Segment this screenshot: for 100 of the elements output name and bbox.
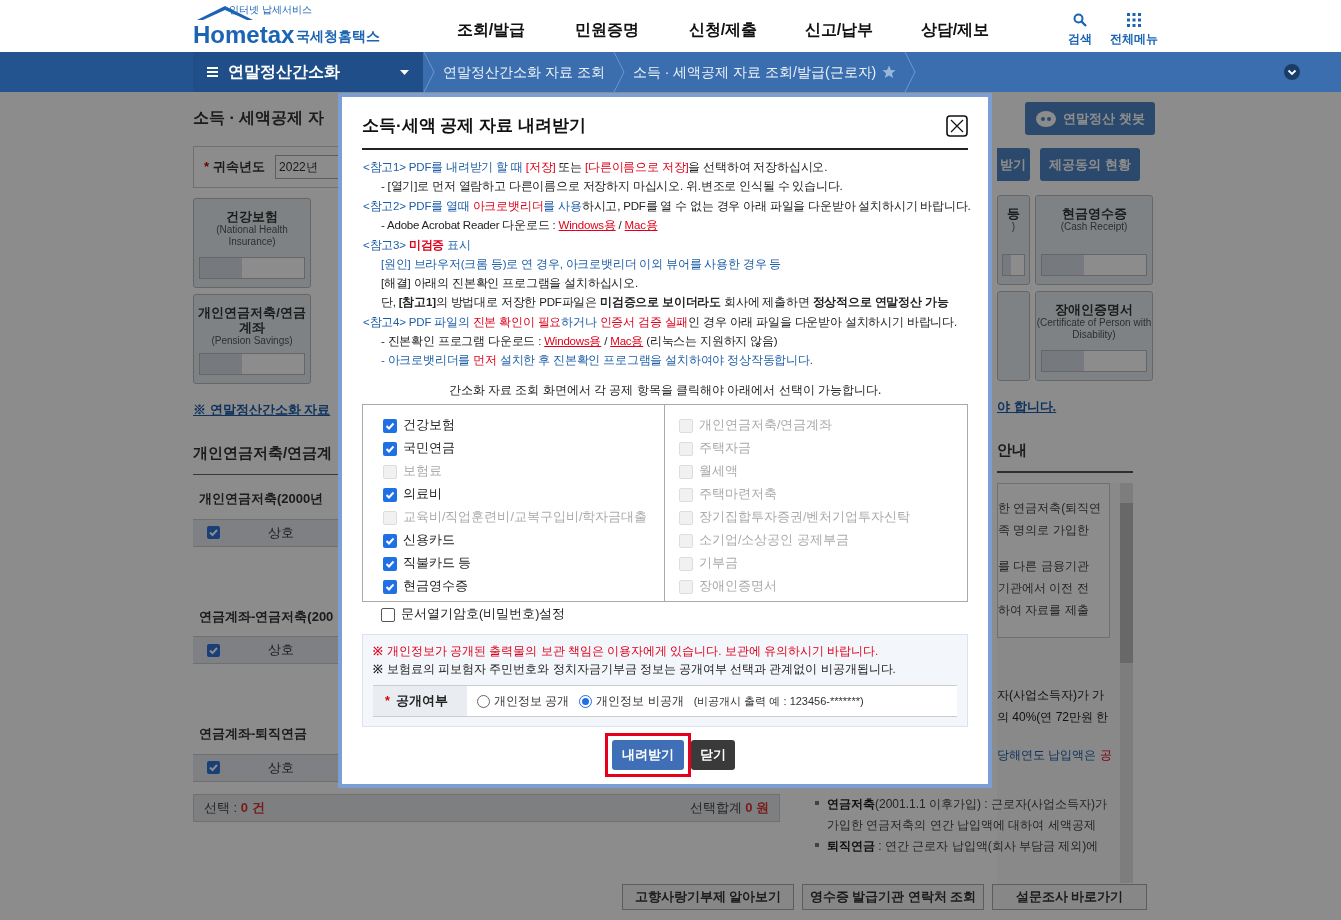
- checkbox-option[interactable]: 의료비: [383, 483, 664, 506]
- close-button[interactable]: 닫기: [691, 740, 735, 770]
- card-title: 등: [1006, 206, 1021, 221]
- download-button[interactable]: 내려받기: [612, 740, 684, 770]
- download-link[interactable]: Mac용: [610, 335, 644, 347]
- note-line: [해결] 아래의 진본확인 프로그램을 설치하십시오.: [380, 276, 639, 291]
- section-title: 개인연금저축/연금계: [193, 442, 334, 463]
- checkbox-option: 기부금: [679, 552, 967, 575]
- checkbox-option: 소기업/소상공인 공제부금: [679, 529, 967, 552]
- utility-link[interactable]: 전체메뉴: [1110, 12, 1158, 48]
- notice-link[interactable]: ※ 연말정산간소화 자료: [193, 400, 340, 420]
- footer-button[interactable]: 설문조사 바로가기: [992, 884, 1147, 910]
- utility-link[interactable]: 검색: [1068, 12, 1092, 48]
- radio-option[interactable]: 개인정보 비공개: [579, 692, 684, 710]
- logo-name: 국세청홈택스: [296, 27, 381, 46]
- nav-link[interactable]: 신고/납부: [781, 18, 897, 42]
- consent-button[interactable]: 제공동의 현황: [1040, 148, 1140, 181]
- footer-button[interactable]: 영수증 발급기관 연락처 조회: [802, 884, 984, 910]
- download-link[interactable]: Windows용: [558, 219, 616, 231]
- dialog-title: 소득·세액 공제 자료 내려받기: [362, 115, 586, 138]
- checkbox-option[interactable]: 직불카드 등: [383, 552, 664, 575]
- caret-icon: [400, 69, 409, 75]
- year-select[interactable]: 2022년: [275, 155, 339, 179]
- amount-field: [1002, 254, 1025, 276]
- panel-text: 당해연도 납입액은 공: [997, 747, 1113, 764]
- footer-button[interactable]: 고향사랑기부제 알아보기: [622, 884, 794, 910]
- breadcrumb-link[interactable]: 소득 · 세액공제 자료 조회/발급(근로자): [624, 52, 905, 92]
- checkbox-option[interactable]: 현금영수증: [383, 575, 664, 598]
- checkbox[interactable]: [207, 526, 220, 539]
- panel-text: 자(사업소득자)가 가: [997, 687, 1106, 704]
- menu-dropdown[interactable]: 연말정산간소화: [193, 52, 423, 92]
- instruction-text: 간소화 자료 조회 화면에서 각 공제 항목을 클릭해야 아래에서 선택이 가능합니다.: [447, 382, 883, 399]
- nav-link[interactable]: 상담/제보: [897, 18, 1013, 42]
- panel-text: 를 다른 금융기관: [998, 558, 1090, 575]
- note-line: - 진본확인 프로그램 다운로드 : Windows용 / Mac용 (리눅스는 지원하지 않음): [380, 334, 779, 349]
- checkbox-option[interactable]: 문서열기암호(비밀번호)설정: [381, 603, 968, 626]
- checkbox-option: 보험료: [383, 460, 664, 483]
- download-button[interactable]: 받기: [997, 148, 1030, 181]
- note-line: - 아크로뱃리더를 먼저 설치한 후 진본확인 프로그램을 설치하여야 정상작동합니다.: [380, 353, 814, 368]
- checkbox-option[interactable]: 신용카드: [383, 529, 664, 552]
- deduction-card[interactable]: 개인연금저축/연금계좌 (Pension Savings): [193, 294, 311, 384]
- deduction-card[interactable]: 현금영수증 (Cash Receipt): [1035, 195, 1153, 285]
- note-line: 단, [참고1]의 방법대로 저장한 PDF파일은 미검증으로 보이더라도 회사에 제출하면 정상적으로 연말정산 가능: [380, 295, 950, 310]
- chevron-divider: [904, 52, 917, 92]
- chatbot-button[interactable]: 연말정산 챗봇: [1025, 102, 1155, 135]
- card-title: 개인연금저축/연금계좌: [197, 305, 307, 335]
- notice-link[interactable]: 야 합니다.: [997, 397, 1155, 417]
- note-line: - [열기]로 먼저 열람하고 다른이름으로 저장하지 마십시오. 위.변조로 인식될 수 있습니다.: [380, 179, 844, 194]
- checkbox-option: 개인연금저축/연금계좌: [679, 414, 967, 437]
- card-subtitle: ): [1011, 221, 1016, 233]
- checkbox-option[interactable]: 국민연금: [383, 437, 664, 460]
- scrollbar[interactable]: [1120, 483, 1133, 883]
- guide-text: 퇴직연금 : 연간 근로자 납입액(회사 부담금 제외)에: [815, 837, 1108, 855]
- menu-icon: [207, 67, 218, 77]
- checkbox-option: 주택자금: [679, 437, 967, 460]
- guide-text: 가입한 연금저축의 연간 납입액에 대하여 세액공제: [826, 817, 1097, 834]
- panel-text: 의 40%(연 72만원 한: [997, 709, 1110, 726]
- column-header: 상호: [268, 523, 294, 542]
- download-link[interactable]: Windows용: [544, 335, 602, 347]
- note-line: <참고4> PDF 파일의 진본 확인이 필요하거나 인증서 검증 실패인 경우 아래 파일을 다운받아 설치하시기 바랍니다.: [362, 315, 958, 330]
- download-link[interactable]: Mac용: [624, 219, 658, 231]
- field-label: * 공개여부: [373, 686, 467, 716]
- close-icon[interactable]: [946, 115, 968, 137]
- checkbox[interactable]: [207, 761, 220, 774]
- warning-text: ※ 보험료의 피보험자 주민번호와 정치자금기부금 정보는 공개여부 선택과 관계없이 비공개됩니다.: [373, 662, 897, 677]
- column-header: 상호: [268, 641, 294, 660]
- deduction-card[interactable]: 건강보험 (National Health Insurance): [193, 198, 311, 288]
- card-subtitle: (National Health Insurance): [215, 224, 289, 248]
- panel-text: 족 명의로 가입한: [998, 522, 1090, 539]
- table-title: 개인연금저축(2000년: [198, 490, 325, 508]
- panel-text: 한 연금저축(퇴직연: [998, 500, 1103, 517]
- checkbox-option: 교육비/직업훈련비/교복구입비/학자금대출: [383, 506, 664, 529]
- nav-link[interactable]: 신청/제출: [665, 18, 781, 42]
- guide-text: 연금저축(2001.1.1 이후가입) : 근로자(사업소득자)가: [815, 795, 1108, 813]
- logo-tagline: 인터넷 납세서비스: [229, 3, 312, 17]
- star-icon[interactable]: [882, 65, 897, 79]
- checkbox-option[interactable]: 건강보험: [383, 414, 664, 437]
- grid-icon: [1127, 12, 1141, 27]
- deduction-card[interactable]: 장애인증명서 (Certificate of Person with Disability): [1035, 291, 1153, 381]
- breadcrumb-link[interactable]: 연말정산간소화 자료 조회: [435, 52, 613, 92]
- note-line: - Adobe Acrobat Reader 다운로드 : Windows용 / Mac용: [380, 218, 659, 233]
- table-title: 연금계좌-연금저축(200: [198, 607, 335, 626]
- note-line: <참고3> 미검증 표시: [362, 238, 472, 253]
- note-line: [원인] 브라우저(크롬 등)로 연 경우, 아크로뱃리더 이외 뷰어를 사용한 경우 등: [380, 257, 783, 272]
- note-line: <참고1> PDF를 내려받기 할 때 [저장] 또는 [다른이름으로 저장]을 선택하여 저장하십시오.: [362, 160, 829, 175]
- logo-wordmark[interactable]: Hometax: [193, 23, 295, 47]
- deduction-card[interactable]: 등 ): [997, 195, 1030, 285]
- checkbox-option: 월세액: [679, 460, 967, 483]
- checkbox[interactable]: [207, 643, 220, 657]
- radio-option[interactable]: 개인정보 공개: [477, 692, 570, 710]
- table-title: 연금계좌-퇴직연금: [198, 725, 309, 743]
- expand-icon[interactable]: [1284, 64, 1300, 80]
- chevron-divider: [612, 52, 625, 92]
- nav-link[interactable]: 민원증명: [549, 18, 665, 42]
- nav-link[interactable]: 조회/발급: [433, 18, 549, 42]
- chevron-divider: [423, 52, 435, 92]
- panel-text: 기관에서 이전 전: [998, 580, 1090, 597]
- card-title: 장애인증명서: [1054, 302, 1134, 317]
- warning-text: ※ 개인정보가 공개된 출력물의 보관 책임은 이용자에게 있습니다. 보관에 유의하시기 바랍니다.: [373, 644, 880, 659]
- page-title: 소득 · 세액공제 자: [193, 108, 325, 128]
